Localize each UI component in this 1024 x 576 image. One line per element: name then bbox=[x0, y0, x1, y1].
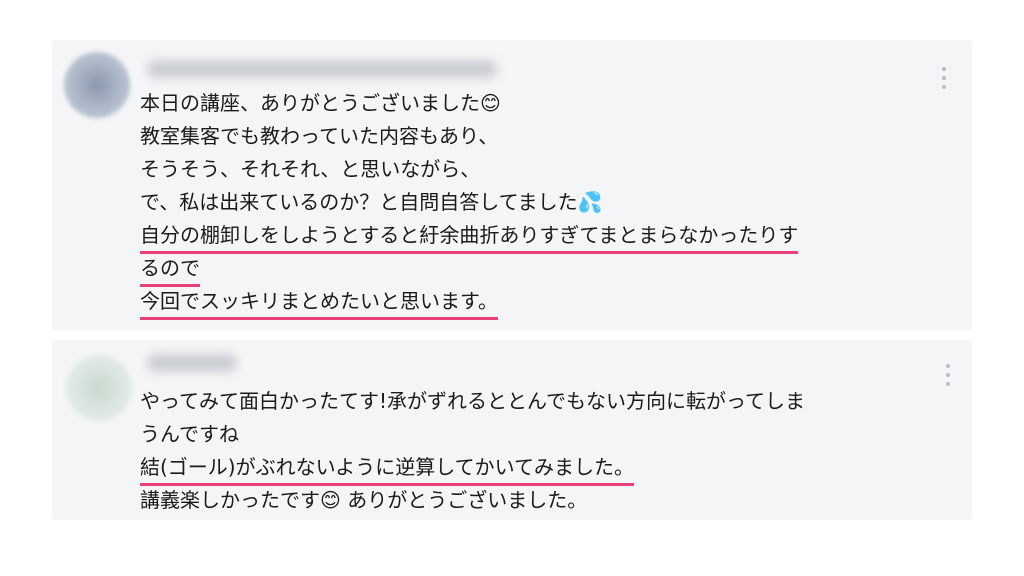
comment-body: 本日の講座、ありがとうございました😊 教室集客でも教わっていた内容もあり、 そう… bbox=[140, 87, 799, 320]
comment-line: うんですね bbox=[140, 422, 239, 446]
more-options-icon[interactable] bbox=[944, 364, 952, 386]
comment-line: 本日の講座、ありがとうございました😊 bbox=[140, 91, 501, 115]
comment-line-underlined: 今回でスッキリまとめたいと思います。 bbox=[140, 287, 498, 320]
author-name-blurred[interactable] bbox=[147, 60, 497, 78]
comment-line-underlined: 結(ゴール)がぶれないように逆算してかいてみました。 bbox=[140, 453, 635, 486]
comment-line: やってみて面白かったてす!承がずれるととんでもない方向に転がってしま bbox=[140, 389, 806, 413]
comment-line: で、私は出来ているのか？と自問自答してました💦 bbox=[140, 190, 603, 214]
comment-line: そうそう、それそれ、と思いながら、 bbox=[140, 157, 481, 181]
avatar[interactable] bbox=[66, 355, 132, 421]
comment-card: 本日の講座、ありがとうございました😊 教室集客でも教わっていた内容もあり、 そう… bbox=[52, 40, 972, 330]
comment-line: 教室集客でも教わっていた内容もあり、 bbox=[140, 124, 499, 148]
avatar[interactable] bbox=[64, 52, 130, 118]
comment-line-underlined: るので bbox=[140, 254, 200, 287]
comment-line: 講義楽しかったです😊 ありがとうございました。 bbox=[140, 488, 588, 512]
more-options-icon[interactable] bbox=[940, 67, 948, 89]
author-name-blurred[interactable] bbox=[147, 354, 237, 372]
comment-body: やってみて面白かったてす!承がずれるととんでもない方向に転がってしま うんですね… bbox=[140, 385, 805, 517]
comment-line-underlined: 自分の棚卸しをしようとすると紆余曲折ありすぎてまとまらなかったりす bbox=[140, 221, 799, 254]
comment-card: やってみて面白かったてす!承がずれるととんでもない方向に転がってしま うんですね… bbox=[52, 340, 972, 520]
